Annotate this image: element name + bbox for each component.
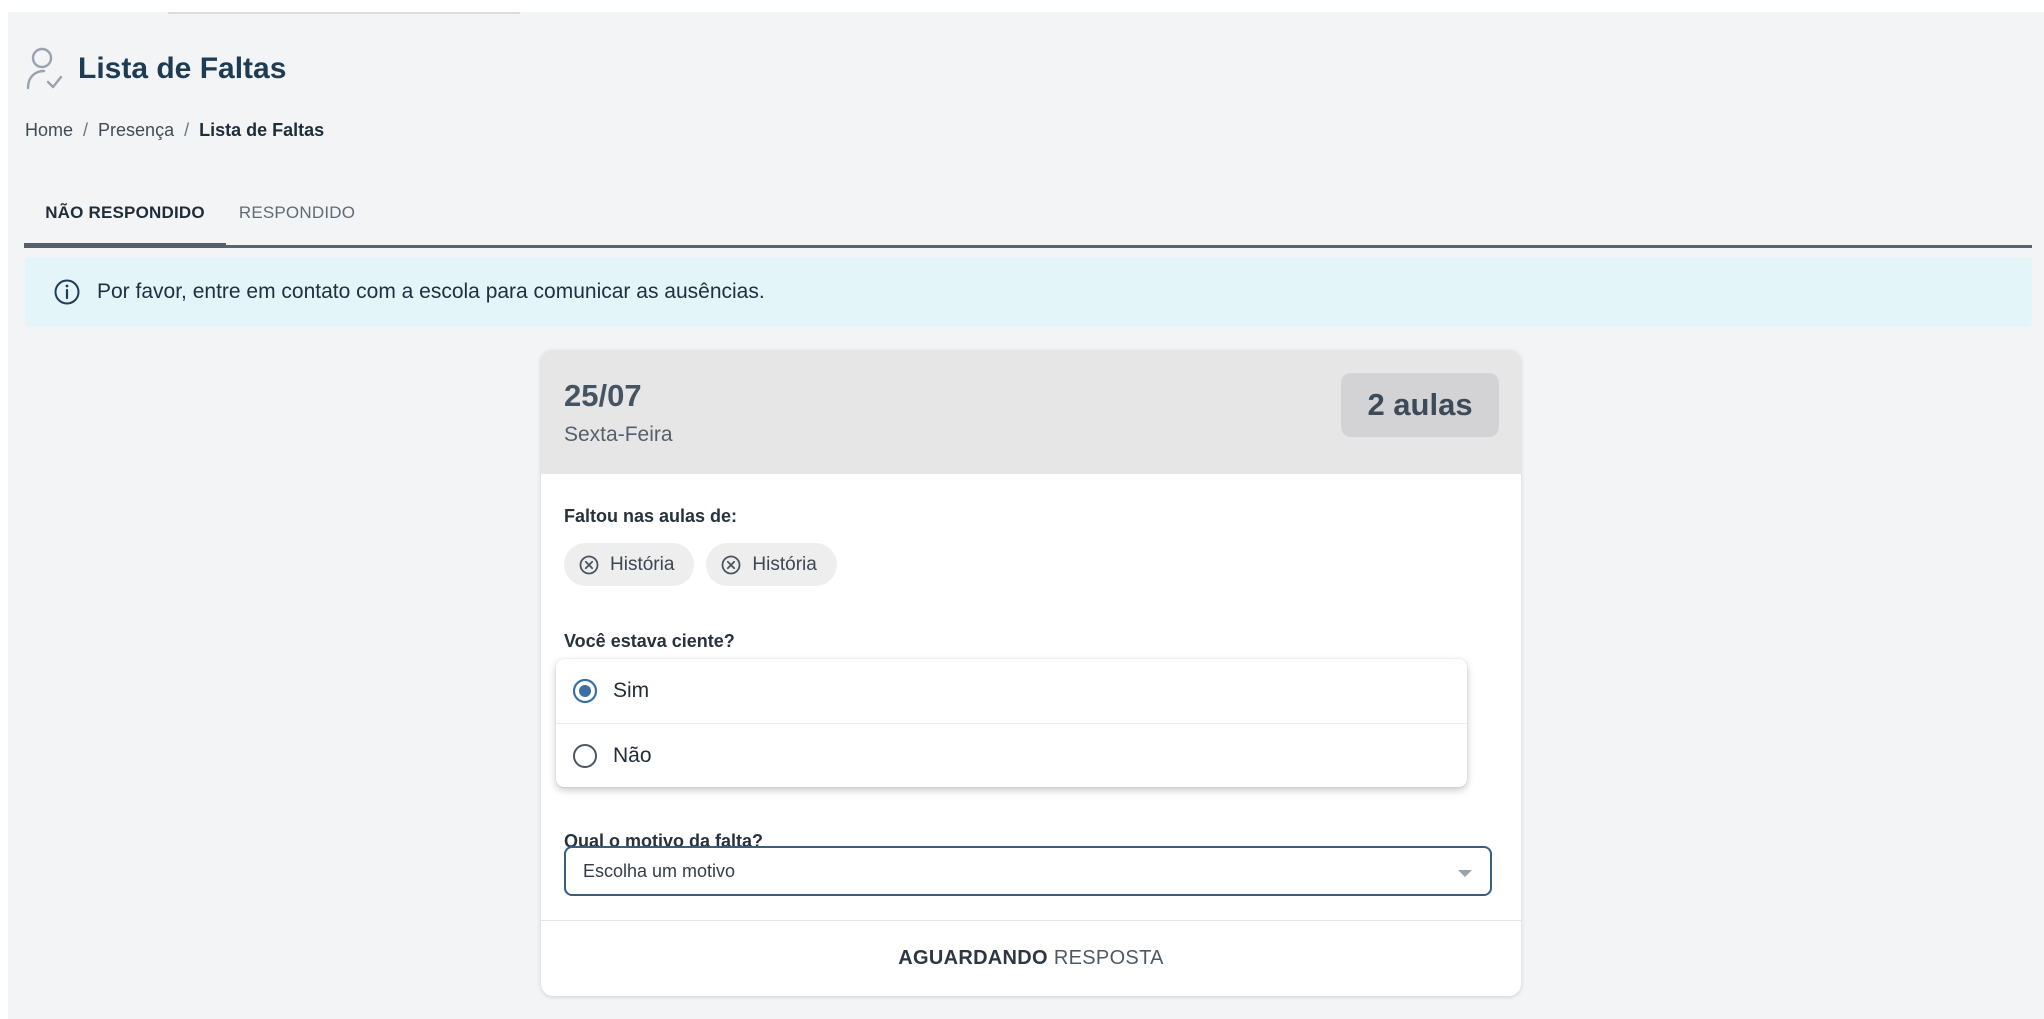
tab-nao-respondido[interactable]: NÃO RESPONDIDO: [24, 190, 226, 248]
aware-question-label: Você estava ciente?: [564, 631, 735, 651]
user-check-icon: [26, 47, 63, 90]
radio-option-label: Sim: [613, 679, 650, 702]
page-header: Lista de Faltas: [24, 46, 286, 92]
chevron-down-icon: [1458, 870, 1472, 877]
tab-bar: NÃO RESPONDIDO RESPONDIDO: [24, 190, 2032, 248]
breadcrumb: Home / Presença / Lista de Faltas: [25, 120, 324, 141]
breadcrumb-separator: /: [83, 120, 89, 140]
close-circle-icon: [579, 555, 599, 574]
breadcrumb-home[interactable]: Home: [25, 120, 73, 141]
status-strong: AGUARDANDO: [898, 947, 1048, 969]
breadcrumb-separator: /: [184, 120, 190, 140]
absence-weekday: Sexta-Feira: [564, 423, 673, 446]
top-scroll-strip: [168, 12, 520, 14]
absence-card: 25/07 Sexta-Feira 2 aulas Faltou nas aul…: [541, 350, 1521, 996]
missed-classes-label: Faltou nas aulas de:: [564, 506, 738, 526]
class-chip: História: [706, 543, 837, 586]
radio-option-sim[interactable]: Sim: [556, 659, 1467, 723]
page: Lista de Faltas Home / Presença / Lista …: [8, 12, 2044, 1019]
radio-checked-icon: [572, 678, 598, 704]
radio-unchecked-icon: [573, 743, 597, 768]
class-chip: História: [564, 543, 695, 586]
close-circle-icon: [722, 555, 741, 574]
reason-select[interactable]: Escolha um motivo: [564, 846, 1492, 896]
card-header: 25/07 Sexta-Feira 2 aulas: [541, 350, 1521, 474]
tab-respondido[interactable]: RESPONDIDO: [226, 190, 368, 248]
classes-count-badge: 2 aulas: [1341, 373, 1499, 437]
info-alert: Por favor, entre em contato com a escola…: [25, 257, 2032, 327]
class-chip-label: História: [752, 553, 817, 575]
absence-date: 25/07: [564, 378, 642, 413]
breadcrumb-presenca[interactable]: Presença: [98, 120, 174, 141]
reason-select-value: Escolha um motivo: [583, 860, 736, 881]
status-rest: RESPOSTA: [1053, 947, 1164, 969]
class-chip-label: História: [610, 553, 675, 575]
radio-option-label: Não: [613, 743, 652, 767]
radio-option-nao[interactable]: Não: [556, 723, 1467, 787]
breadcrumb-current: Lista de Faltas: [199, 120, 325, 140]
missed-classes-list: História História: [564, 543, 837, 586]
aware-radio-group: Sim Não: [556, 659, 1467, 787]
alert-text: Por favor, entre em contato com a escola…: [97, 280, 765, 303]
page-title: Lista de Faltas: [78, 52, 287, 85]
info-icon: [54, 279, 80, 305]
card-status-footer: AGUARDANDO RESPOSTA: [541, 920, 1521, 996]
